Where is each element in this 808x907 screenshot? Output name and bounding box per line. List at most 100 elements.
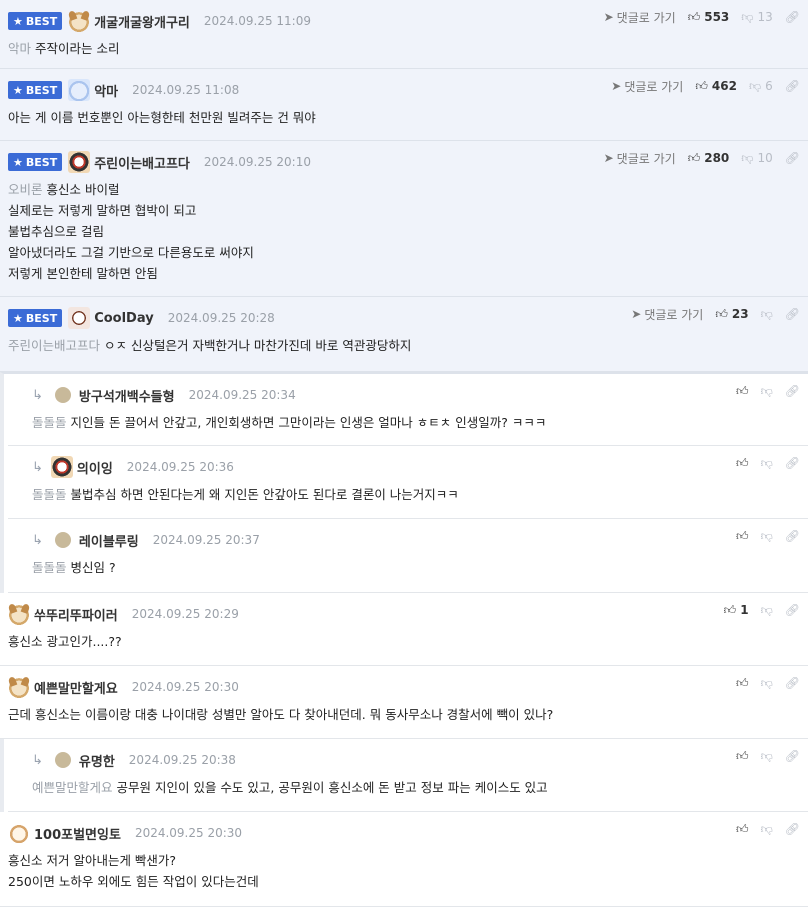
thumbs-down-icon: 👎︎ — [760, 383, 773, 398]
avatar[interactable] — [54, 532, 71, 548]
mention[interactable]: 돌돌돌 — [32, 560, 67, 575]
go-to-reply-link[interactable]: ➤ 댓글로 가기 — [631, 306, 703, 323]
go-to-reply-link[interactable]: ➤ 댓글로 가기 — [604, 9, 676, 26]
downvote-button[interactable]: 👎︎ 6 — [749, 79, 773, 94]
avatar[interactable] — [68, 307, 91, 329]
comment-date: 2024.09.25 20:34 — [188, 388, 296, 402]
comment-date: 2024.09.25 11:08 — [132, 83, 240, 97]
comment-author[interactable]: 유명한 — [79, 751, 115, 770]
upvote-button[interactable]: 👍︎ 1 — [724, 603, 749, 618]
downvote-button[interactable]: 👎︎ 10 — [741, 151, 772, 166]
downvote-button[interactable]: 👎︎ — [761, 456, 773, 471]
link-icon[interactable]: 🔗︎ — [785, 151, 800, 165]
thumbs-up-icon: 👍︎ — [736, 528, 749, 543]
link-icon[interactable]: 🔗︎ — [785, 307, 800, 321]
link-icon[interactable]: 🔗︎ — [785, 676, 800, 690]
thumbs-down-icon: 👎︎ — [741, 150, 754, 165]
downvote-button[interactable]: 👎︎ — [761, 603, 773, 618]
go-to-reply-link[interactable]: ➤ 댓글로 가기 — [604, 150, 676, 167]
avatar[interactable] — [8, 603, 30, 625]
go-to-reply-link[interactable]: ➤ 댓글로 가기 — [611, 78, 683, 95]
comment-body: 흥신소 광고인가....?? — [8, 634, 122, 649]
link-icon[interactable]: 🔗︎ — [785, 384, 800, 398]
comment-author[interactable]: 레이블루링 — [79, 531, 139, 550]
send-icon: ➤ — [611, 79, 622, 93]
comment-author[interactable]: 주린이는배고프다 — [94, 153, 190, 172]
link-icon[interactable]: 🔗︎ — [785, 822, 800, 836]
comment-author[interactable]: 100포벌면잉토 — [34, 824, 121, 843]
mention[interactable]: 오비론 — [8, 182, 43, 197]
upvote-button[interactable]: 👍︎ 462 — [695, 79, 737, 94]
downvote-button[interactable]: 👎︎ — [761, 676, 773, 691]
comment-author[interactable]: 악마 — [94, 81, 118, 100]
link-icon[interactable]: 🔗︎ — [785, 603, 800, 617]
link-icon[interactable]: 🔗︎ — [785, 456, 800, 470]
upvote-button[interactable]: 👍︎ 553 — [688, 10, 730, 25]
upvote-button[interactable]: 👍︎ 280 — [688, 151, 730, 166]
comment-author[interactable]: CoolDay — [94, 311, 154, 326]
link-icon[interactable]: 🔗︎ — [785, 529, 800, 543]
avatar[interactable] — [68, 10, 91, 32]
mention[interactable]: 돌돌돌 — [32, 487, 67, 502]
downvote-button[interactable]: 👎︎ — [761, 822, 773, 837]
comment-date: 2024.09.25 20:30 — [134, 826, 243, 840]
comment-author[interactable]: 개굴개굴왕개구리 — [94, 12, 190, 31]
comment-author[interactable]: 쑤뚜리뚜파이러 — [34, 605, 118, 624]
avatar[interactable] — [68, 79, 91, 101]
downvote-button[interactable]: 👎︎ — [761, 307, 773, 322]
mention[interactable]: 주린이는배고프다 — [8, 338, 100, 353]
thumbs-down-icon: 👎︎ — [760, 821, 773, 836]
comment-item: ★ BEST 주린이는배고프다 2024.09.25 20:10 ➤ 댓글로 가기 … — [0, 141, 808, 297]
upvote-button[interactable]: 👍︎ — [736, 676, 749, 691]
link-icon[interactable]: 🔗︎ — [785, 79, 800, 93]
downvote-button[interactable]: 👎︎ — [761, 529, 773, 544]
comment-date: 2024.09.25 20:38 — [128, 753, 236, 767]
thumbs-down-icon: 👎︎ — [760, 602, 773, 617]
reply-group: ↳ 유명한 2024.09.25 20:38 👍︎ 👎︎ 🔗︎ 예쁜말만할게요 공… — [0, 739, 808, 812]
downvote-button[interactable]: 👎︎ — [761, 749, 773, 764]
avatar[interactable] — [8, 676, 30, 698]
mention[interactable]: 악마 — [8, 41, 31, 56]
upvote-button[interactable]: 👍︎ 23 — [715, 307, 748, 322]
send-icon: ➤ — [603, 10, 614, 24]
avatar[interactable] — [50, 456, 73, 478]
downvote-button[interactable]: 👎︎ — [761, 384, 773, 399]
upvote-button[interactable]: 👍︎ — [736, 749, 749, 764]
reply-item: ↳ 방구석개백수들형 2024.09.25 20:34 👍︎ 👎︎ 🔗︎ 돌돌돌… — [8, 374, 808, 446]
avatar[interactable] — [54, 387, 71, 403]
link-icon[interactable]: 🔗︎ — [785, 749, 800, 763]
avatar[interactable] — [54, 752, 71, 768]
comment-body: 예쁜말만할게요 공무원 지인이 있을 수도 있고, 공무원이 흥신소에 돈 받고 … — [32, 780, 548, 795]
comment-author[interactable]: 예쁜말만할게요 — [34, 678, 118, 697]
downvote-button[interactable]: 👎︎ 13 — [741, 10, 772, 25]
upvote-button[interactable]: 👍︎ — [736, 456, 749, 471]
upvote-button[interactable]: 👍︎ — [736, 529, 749, 544]
link-icon[interactable]: 🔗︎ — [785, 10, 800, 24]
upvote-button[interactable]: 👍︎ — [736, 822, 749, 837]
thumbs-up-icon: 👍︎ — [715, 306, 728, 321]
thumbs-up-icon: 👍︎ — [723, 602, 737, 617]
best-badge: ★ BEST — [8, 12, 63, 30]
send-icon: ➤ — [631, 307, 642, 321]
reply-item: ↳ 의이잉 2024.09.25 20:36 👍︎ 👎︎ 🔗︎ 돌돌돌 불법추심 … — [8, 446, 808, 519]
thumbs-down-icon: 👎︎ — [760, 306, 773, 321]
mention[interactable]: 예쁜말만할게요 — [32, 780, 113, 795]
send-icon: ➤ — [603, 151, 614, 165]
upvote-button[interactable]: 👍︎ — [736, 384, 749, 399]
comment-body: 돌돌돌 불법추심 하면 안된다는게 왜 지인돈 안갚아도 된다로 결론이 나는거지… — [32, 487, 459, 502]
comment-date: 2024.09.25 20:37 — [152, 533, 260, 547]
avatar[interactable] — [8, 822, 30, 844]
comment-author[interactable]: 의이잉 — [77, 458, 113, 477]
mention[interactable]: 돌돌돌 — [32, 415, 67, 430]
comment-date: 2024.09.25 20:28 — [167, 311, 275, 325]
comment-body: 아는 게 이름 번호뿐인 아는형한테 천만원 빌려주는 건 뭐야 — [8, 110, 316, 125]
thumbs-up-icon: 👍︎ — [736, 821, 749, 836]
comment-body: 주린이는배고프다 ㅇㅈ 신상털은거 자백한거나 마찬가진데 바로 역관광당하지 — [8, 338, 412, 353]
best-badge: ★ BEST — [8, 153, 63, 171]
comment-author[interactable]: 방구석개백수들형 — [79, 386, 175, 405]
avatar[interactable] — [68, 151, 91, 173]
thumbs-down-icon: 👎︎ — [748, 78, 762, 93]
thumbs-down-icon: 👎︎ — [760, 675, 773, 690]
comment-item: ★ BEST 개굴개굴왕개구리 2024.09.25 11:09 ➤ 댓글로 가기 … — [0, 0, 808, 69]
comment-date: 2024.09.25 20:10 — [203, 155, 311, 169]
